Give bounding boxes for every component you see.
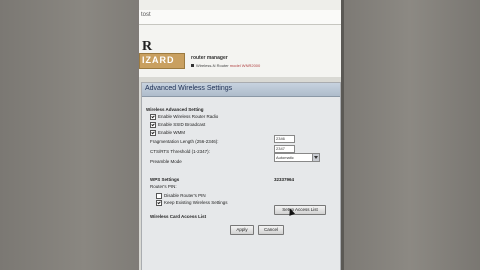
- router-pin-value: 32337964: [274, 177, 295, 182]
- brand-logo: IZARD: [139, 53, 185, 69]
- router-pin-label: Router's PIN:: [150, 184, 177, 189]
- rts-threshold-input[interactable]: 2347: [274, 145, 295, 153]
- option-wmm[interactable]: Enable WMM: [150, 130, 185, 136]
- browser-top-bar: [139, 0, 341, 10]
- router-radio-label: Enable Wireless Router Radio: [158, 114, 219, 120]
- chevron-down-icon[interactable]: [312, 154, 319, 161]
- disable-pin-label: Disable Router's PIN: [164, 193, 206, 199]
- browser-address-bar[interactable]: tost: [139, 10, 341, 25]
- disable-pin-checkbox[interactable]: [156, 193, 162, 199]
- frag-length-label: Fragmentation Length (256-2346):: [150, 139, 219, 144]
- access-list-label: Wireless Card Access List: [150, 214, 207, 219]
- keep-existing-checkbox[interactable]: [156, 200, 162, 206]
- bullet-icon: [191, 64, 194, 67]
- apply-button[interactable]: Apply: [230, 225, 254, 235]
- wmm-checkbox[interactable]: [150, 130, 156, 136]
- section-wps: WPS Settings: [150, 177, 180, 182]
- router-radio-checkbox[interactable]: [150, 114, 156, 120]
- preamble-mode-label: Preamble Mode: [150, 159, 182, 164]
- panel-title: Advanced Wireless Settings: [145, 85, 233, 92]
- ssid-broadcast-checkbox[interactable]: [150, 122, 156, 128]
- logo-text: IZARD: [142, 55, 175, 65]
- setup-access-list-button[interactable]: Setup Access List: [274, 205, 326, 215]
- background-left: [0, 0, 140, 270]
- preamble-mode-select[interactable]: Automatic: [274, 153, 320, 162]
- product-name: Wireless-N Router: [196, 63, 229, 68]
- advanced-wireless-panel: Advanced Wireless Settings Wireless Adva…: [141, 82, 341, 270]
- product-subtitle: Wireless-N Router model WNR2000: [191, 63, 260, 68]
- product-title: router manager: [191, 55, 228, 61]
- keep-existing-label: Keep Existing Wireless Settings: [164, 200, 228, 206]
- rts-threshold-label: CTS/RTS Threshold (1-2347):: [150, 149, 210, 154]
- background-right: [340, 0, 480, 270]
- option-ssid-broadcast[interactable]: Enable SSID Broadcast: [150, 122, 205, 128]
- address-text: tost: [141, 12, 151, 18]
- ssid-broadcast-label: Enable SSID Broadcast: [158, 122, 206, 128]
- option-keep-existing[interactable]: Keep Existing Wireless Settings: [156, 200, 228, 206]
- frag-length-input[interactable]: 2346: [274, 135, 295, 143]
- panel-title-bar: Advanced Wireless Settings: [142, 83, 340, 97]
- wmm-label: Enable WMM: [158, 130, 186, 136]
- cancel-button[interactable]: Cancel: [258, 225, 284, 235]
- option-router-radio[interactable]: Enable Wireless Router Radio: [150, 114, 218, 120]
- section-wireless-advanced: Wireless Advanced Setting: [146, 107, 204, 112]
- router-header: R IZARD router manager Wireless-N Router…: [139, 25, 341, 77]
- option-disable-pin[interactable]: Disable Router's PIN: [156, 193, 206, 199]
- monitor-screen: tost R IZARD router manager Wireless-N R…: [139, 0, 341, 270]
- preamble-mode-value: Automatic: [276, 155, 294, 160]
- product-model: model WNR2000: [229, 63, 261, 68]
